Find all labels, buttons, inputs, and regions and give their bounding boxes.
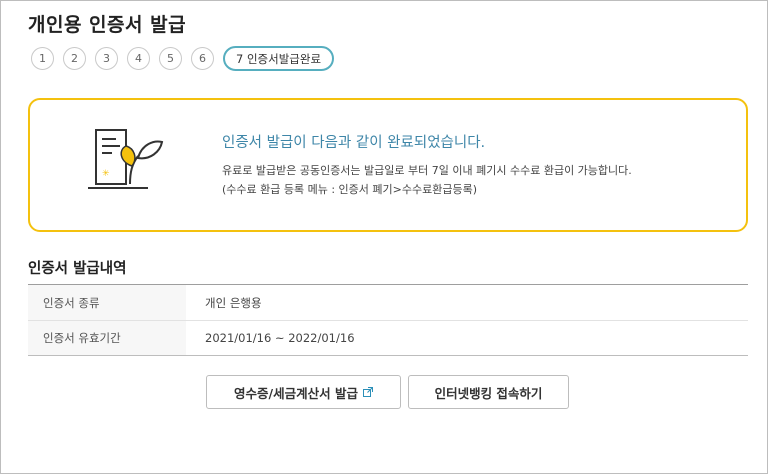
refund-menu-text: (수수료 환급 등록 메뉴 : 인증서 폐기>수수료환급등록) — [222, 183, 478, 196]
validity-period-label: 인증서 유효기간 — [28, 321, 186, 355]
page-title: 개인용 인증서 발급 — [28, 14, 187, 36]
step-1: 1 — [31, 47, 54, 70]
step-6: 6 — [191, 47, 214, 70]
svg-text:✳: ✳ — [102, 169, 110, 179]
certificate-document-icon: ✳ — [88, 129, 164, 189]
validity-period-value: 2021/01/16 ~ 2022/01/16 — [205, 331, 355, 345]
refund-notice-text: 유료로 발급받은 공동인증서는 발급일로 부터 7일 이내 폐기시 수수료 환급… — [222, 164, 632, 177]
completion-notice: ✳ 인증서 발급이 다음과 같이 완료되었습니다. 유료로 발급받은 공동인증서… — [28, 98, 748, 232]
cert-type-value: 개인 은행용 — [205, 295, 262, 310]
table-row: 인증서 유효기간 2021/01/16 ~ 2022/01/16 — [28, 320, 748, 355]
internet-banking-button-label: 인터넷뱅킹 접속하기 — [434, 385, 543, 401]
step-5: 5 — [159, 47, 182, 70]
external-link-icon — [362, 387, 373, 397]
step-4: 4 — [127, 47, 150, 70]
issuance-history-table: 인증서 종류 개인 은행용 인증서 유효기간 2021/01/16 ~ 2022… — [28, 284, 748, 356]
internet-banking-button[interactable]: 인터넷뱅킹 접속하기 — [408, 375, 569, 409]
step-2: 2 — [63, 47, 86, 70]
action-buttons: 영수증/세금계산서 발급 인터넷뱅킹 접속하기 — [206, 375, 576, 409]
completion-title: 인증서 발급이 다음과 같이 완료되었습니다. — [222, 135, 486, 151]
window-frame: 개인용 인증서 발급 1 2 3 4 5 6 7 인증서발급완료 ✳ 인증서 발… — [0, 0, 768, 474]
table-row: 인증서 종류 개인 은행용 — [28, 285, 748, 320]
completion-description: 유료로 발급받은 공동인증서는 발급일로 부터 7일 이내 폐기시 수수료 환급… — [222, 161, 632, 199]
cert-type-label: 인증서 종류 — [28, 285, 186, 320]
step-indicator: 1 2 3 4 5 6 7 인증서발급완료 — [31, 46, 343, 71]
receipt-button[interactable]: 영수증/세금계산서 발급 — [206, 375, 401, 409]
step-7-active: 7 인증서발급완료 — [223, 46, 335, 71]
issuance-history-title: 인증서 발급내역 — [28, 261, 127, 277]
step-3: 3 — [95, 47, 118, 70]
receipt-button-label: 영수증/세금계산서 발급 — [234, 385, 358, 401]
